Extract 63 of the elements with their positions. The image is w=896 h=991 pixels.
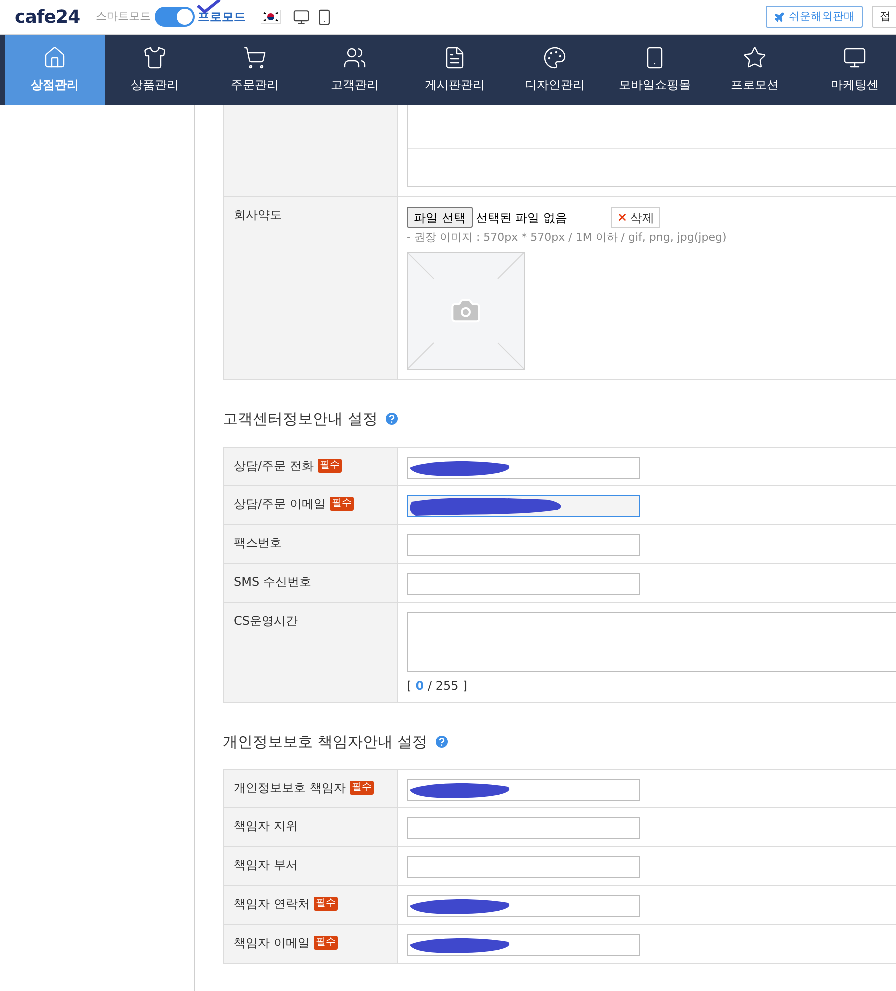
field-label: 개인정보보호 책임자 <box>234 780 346 797</box>
field-label: 책임자 지위 <box>234 818 298 835</box>
field-label: 팩스번호 <box>234 534 282 552</box>
text-input-field[interactable] <box>407 934 640 956</box>
monitor-icon <box>293 8 310 26</box>
flag-icon[interactable] <box>261 10 282 24</box>
cart-icon <box>243 46 267 70</box>
required-badge: 필수 <box>314 936 338 950</box>
logo[interactable]: cafe24 <box>15 4 80 30</box>
character-limit: / 255 <box>428 678 459 694</box>
nav-tab[interactable]: 디자인관리 <box>505 35 605 105</box>
nav-tab[interactable]: 마케팅센 <box>805 35 896 105</box>
airplane-icon <box>774 12 785 22</box>
palette-icon <box>543 46 567 70</box>
check-mark-icon <box>196 0 222 14</box>
nav-tab[interactable]: 프로모션 <box>705 35 805 105</box>
counter-bracket: ] <box>462 678 468 694</box>
required-badge: 필수 <box>330 496 354 510</box>
file-select-button[interactable]: 파일 선택 <box>407 207 473 228</box>
text-input-field[interactable] <box>407 817 640 839</box>
shirt-icon <box>143 46 167 70</box>
help-icon <box>434 734 450 750</box>
required-badge: 필수 <box>314 897 338 911</box>
text-input-field[interactable] <box>407 494 640 516</box>
connect-button[interactable]: 접 <box>872 6 896 28</box>
field-label: 회사약도 <box>234 207 282 224</box>
nav-tab[interactable]: 주문관리 <box>205 35 305 105</box>
mode-label: 프로모드 <box>198 9 246 26</box>
mode-label: 스마트모드 <box>96 8 152 25</box>
nav-tab[interactable]: 상품관리 <box>105 35 205 105</box>
required-badge: 필수 <box>350 781 374 795</box>
counter-bracket: [ <box>407 678 412 694</box>
required-badge: 필수 <box>318 458 342 472</box>
field-label: SMS 수신번호 <box>234 574 312 590</box>
star-icon <box>743 46 767 70</box>
help-icon <box>384 411 400 428</box>
text-input-field[interactable] <box>407 534 640 556</box>
text-input-field[interactable] <box>407 779 640 801</box>
text-input-field[interactable] <box>407 856 640 878</box>
section-title: 개인정보보호 책임자안내 설정 <box>223 732 428 752</box>
nav-tab[interactable]: 모바일쇼핑몰 <box>605 35 705 105</box>
delete-button[interactable]: 삭제 <box>611 207 660 228</box>
field-label: 상담/주문 이메일 <box>234 496 326 512</box>
text-input-field[interactable] <box>407 456 640 478</box>
field-label: 책임자 연락처 <box>234 896 310 913</box>
mode-toggle[interactable] <box>155 7 196 27</box>
nav-tab[interactable]: 고객관리 <box>305 35 405 105</box>
section-title: 고객센터정보안내 설정 <box>223 409 378 430</box>
nav-tab[interactable]: 게시판관리 <box>405 35 505 105</box>
field-label: CS운영시간 <box>234 612 298 630</box>
text-input-field[interactable] <box>407 895 640 917</box>
monitor-icon <box>843 46 867 70</box>
textarea-field[interactable] <box>407 612 896 672</box>
file-status: 선택된 파일 없음 <box>476 210 568 226</box>
image-hint: - 권장 이미지 : 570px * 570px / 1M 이하 / gif, png, jpg(jpeg) <box>407 230 728 246</box>
field-label: 상담/주문 전화 <box>234 458 314 474</box>
field-label: 책임자 이메일 <box>234 935 310 952</box>
character-count: 0 <box>416 678 424 694</box>
text-input-field[interactable] <box>407 572 640 594</box>
users-icon <box>343 46 367 70</box>
field-label: 책임자 부서 <box>234 857 298 874</box>
close-icon <box>617 212 628 223</box>
home-icon <box>43 46 67 70</box>
